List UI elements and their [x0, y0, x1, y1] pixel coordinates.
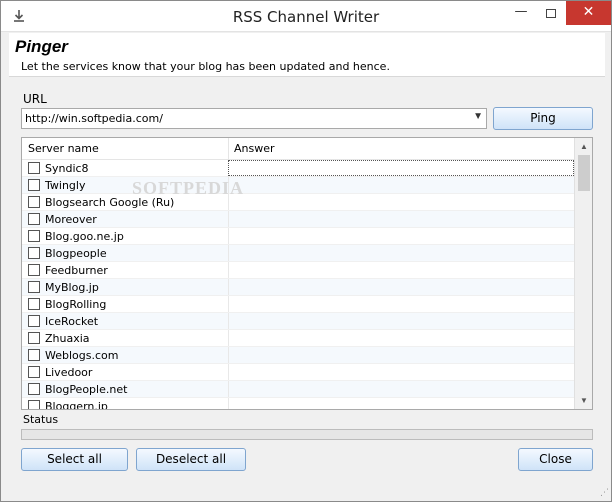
list-item[interactable]: Syndic8	[22, 160, 574, 177]
chevron-down-icon[interactable]: ▼	[473, 111, 483, 122]
server-checkbox[interactable]	[28, 213, 40, 225]
vertical-scrollbar[interactable]: ▲ ▼	[574, 138, 592, 409]
status-label: Status	[23, 413, 59, 426]
title-bar[interactable]: RSS Channel Writer — ✕	[1, 1, 611, 32]
maximize-button[interactable]	[536, 1, 566, 25]
list-item[interactable]: Weblogs.com	[22, 347, 574, 364]
list-item[interactable]: Moreover	[22, 211, 574, 228]
minimize-button[interactable]: —	[506, 1, 536, 25]
server-checkbox[interactable]	[28, 196, 40, 208]
status-progress-bar	[21, 429, 593, 440]
select-all-button[interactable]: Select all	[21, 448, 128, 471]
server-name: Zhuaxia	[45, 332, 90, 345]
close-button[interactable]: Close	[518, 448, 593, 471]
server-answer	[228, 160, 574, 176]
list-item[interactable]: Twingly	[22, 177, 574, 194]
server-name: Feedburner	[45, 264, 108, 277]
scroll-thumb[interactable]	[578, 155, 590, 191]
scroll-up-icon[interactable]: ▲	[575, 138, 592, 155]
server-name: IceRocket	[45, 315, 99, 328]
app-window: RSS Channel Writer — ✕ Pinger Let the se…	[0, 0, 612, 502]
list-item[interactable]: Livedoor	[22, 364, 574, 381]
url-value: http://win.softpedia.com/	[25, 112, 163, 125]
url-label: URL	[23, 92, 47, 106]
server-answer	[228, 177, 574, 193]
list-item[interactable]: BlogRolling	[22, 296, 574, 313]
server-answer	[228, 347, 574, 363]
server-checkbox[interactable]	[28, 162, 40, 174]
server-checkbox[interactable]	[28, 179, 40, 191]
server-checkbox[interactable]	[28, 332, 40, 344]
column-header-server-name[interactable]: Server name	[28, 142, 99, 155]
maximize-icon	[546, 9, 556, 18]
list-item[interactable]: Feedburner	[22, 262, 574, 279]
server-name: Livedoor	[45, 366, 93, 379]
server-name: Twingly	[45, 179, 86, 192]
list-item[interactable]: BlogPeople.net	[22, 381, 574, 398]
server-name: Moreover	[45, 213, 97, 226]
ping-button[interactable]: Ping	[493, 107, 593, 130]
server-answer	[228, 245, 574, 261]
watermark: SOFTPEDIA	[132, 178, 245, 198]
list-item[interactable]: MyBlog.jp	[22, 279, 574, 296]
list-item[interactable]: Bloggern.jp	[22, 398, 574, 410]
server-answer	[228, 398, 574, 409]
server-checkbox[interactable]	[28, 264, 40, 276]
server-name: Bloggern.jp	[45, 400, 108, 410]
resize-grip-icon[interactable]: ⋰	[600, 487, 609, 498]
server-name: Syndic8	[45, 162, 89, 175]
server-list[interactable]: Server name Answer Syndic8 Twingly Blogsea…	[21, 137, 593, 410]
page-description: Let the services know that your blog has…	[21, 60, 390, 73]
url-combobox[interactable]: http://win.softpedia.com/ ▼	[21, 108, 487, 129]
server-checkbox[interactable]	[28, 366, 40, 378]
server-answer	[228, 330, 574, 346]
server-checkbox[interactable]	[28, 247, 40, 259]
list-item[interactable]: Blog.goo.ne.jp	[22, 228, 574, 245]
server-checkbox[interactable]	[28, 400, 40, 409]
server-answer	[228, 381, 574, 397]
window-close-button[interactable]: ✕	[566, 1, 611, 25]
server-checkbox[interactable]	[28, 315, 40, 327]
server-answer	[228, 364, 574, 380]
list-item[interactable]: Blogsearch Google (Ru)	[22, 194, 574, 211]
column-divider[interactable]	[228, 138, 229, 160]
list-rows: Syndic8 Twingly Blogsearch Google (Ru) More…	[22, 160, 574, 410]
server-name: Blogpeople	[45, 247, 107, 260]
server-name: Weblogs.com	[45, 349, 119, 362]
server-answer	[228, 194, 574, 210]
server-checkbox[interactable]	[28, 230, 40, 242]
scroll-down-icon[interactable]: ▼	[575, 392, 592, 409]
server-answer	[228, 313, 574, 329]
server-name: Blog.goo.ne.jp	[45, 230, 124, 243]
column-header-answer[interactable]: Answer	[234, 142, 275, 155]
server-answer	[228, 228, 574, 244]
deselect-all-button[interactable]: Deselect all	[136, 448, 246, 471]
list-item[interactable]: Blogpeople	[22, 245, 574, 262]
server-name: MyBlog.jp	[45, 281, 99, 294]
list-header: Server name Answer	[22, 138, 574, 160]
server-checkbox[interactable]	[28, 298, 40, 310]
list-item[interactable]: Zhuaxia	[22, 330, 574, 347]
server-answer	[228, 262, 574, 278]
server-checkbox[interactable]	[28, 281, 40, 293]
header-panel: Pinger Let the services know that your b…	[9, 33, 605, 77]
server-name: BlogRolling	[45, 298, 107, 311]
list-item[interactable]: IceRocket	[22, 313, 574, 330]
server-answer	[228, 296, 574, 312]
server-checkbox[interactable]	[28, 349, 40, 361]
page-title: Pinger	[15, 37, 68, 56]
server-answer	[228, 211, 574, 227]
server-answer	[228, 279, 574, 295]
server-checkbox[interactable]	[28, 383, 40, 395]
server-name: BlogPeople.net	[45, 383, 128, 396]
